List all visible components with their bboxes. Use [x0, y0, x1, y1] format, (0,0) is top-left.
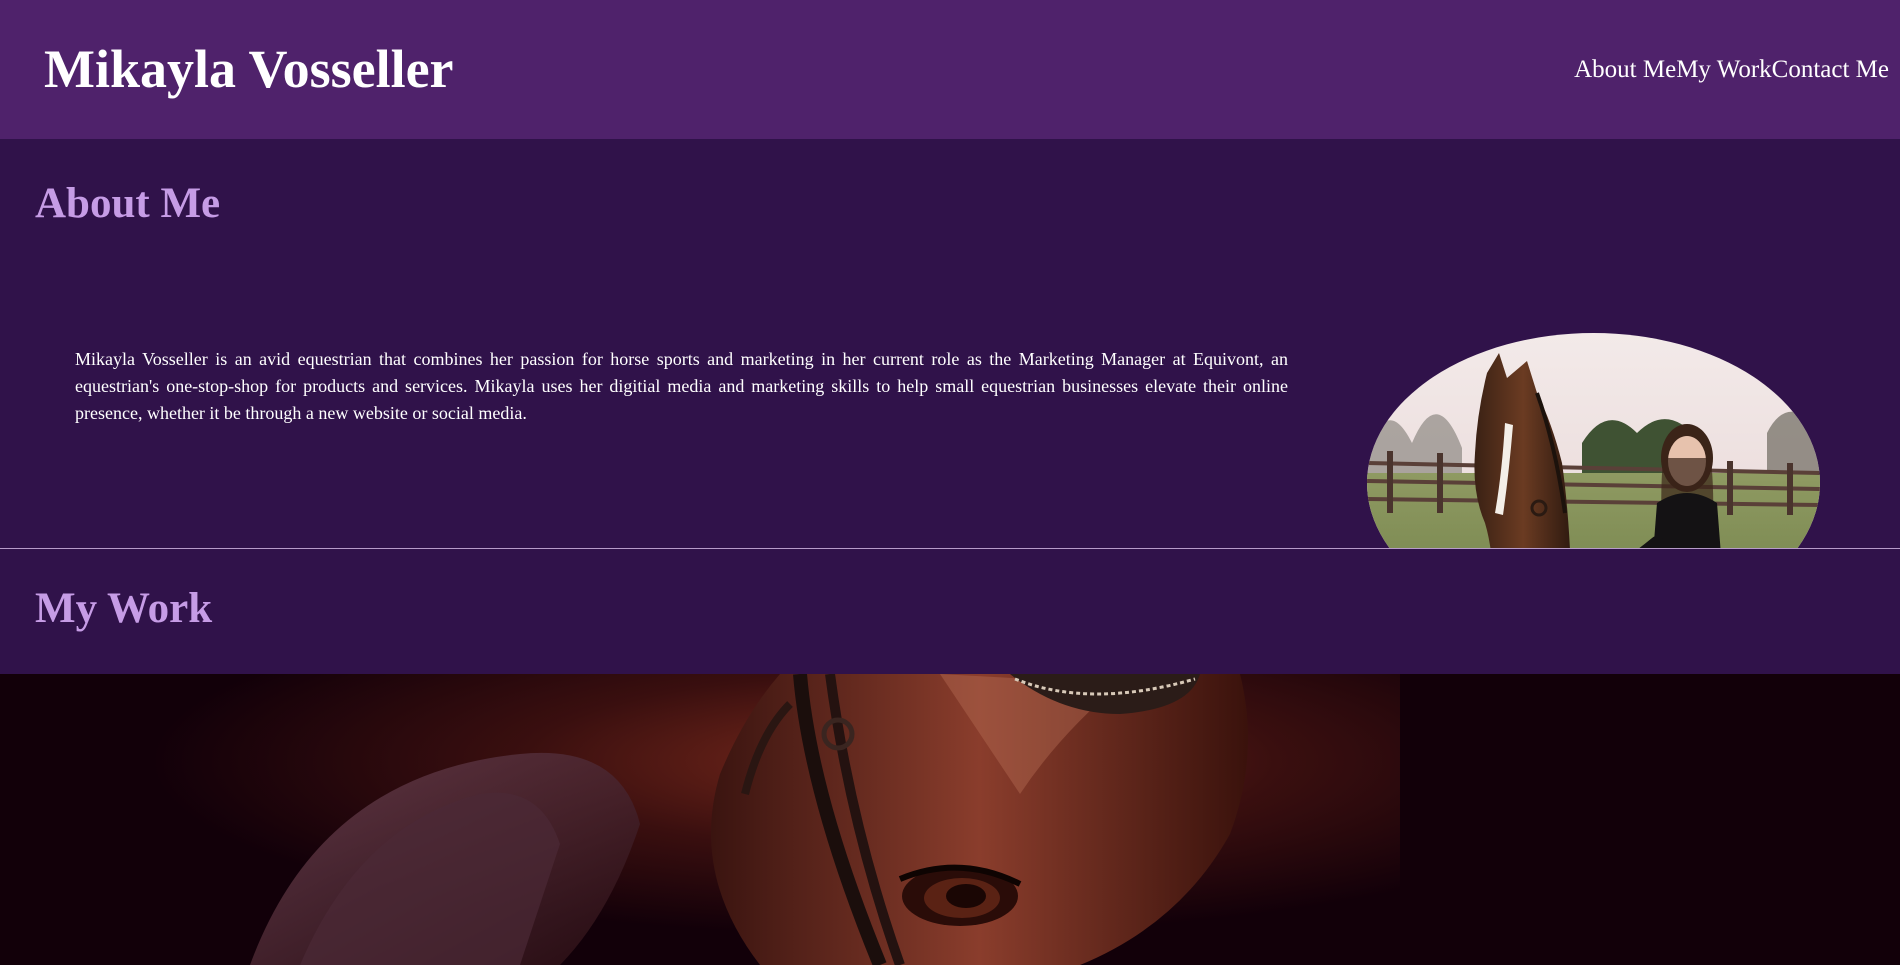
main-nav: About Me My Work Contact Me	[1574, 55, 1889, 85]
my-work-section: My Work	[0, 549, 1900, 674]
nav-link-contact-me[interactable]: Contact Me	[1772, 55, 1889, 85]
about-heading: About Me	[35, 180, 221, 227]
hero-image	[0, 674, 1900, 965]
about-bio: Mikayla Vosseller is an avid equestrian …	[75, 349, 1288, 423]
site-title: Mikayla Vosseller	[44, 39, 454, 99]
nav-link-my-work[interactable]: My Work	[1676, 55, 1771, 85]
horse-closeup-icon	[0, 674, 1900, 965]
my-work-heading: My Work	[35, 585, 213, 632]
about-section: About Me Mikayla Vosseller is an avid eq…	[0, 139, 1900, 633]
nav-link-about-me[interactable]: About Me	[1574, 55, 1676, 85]
site-header: Mikayla Vosseller About Me My Work Conta…	[0, 0, 1900, 139]
